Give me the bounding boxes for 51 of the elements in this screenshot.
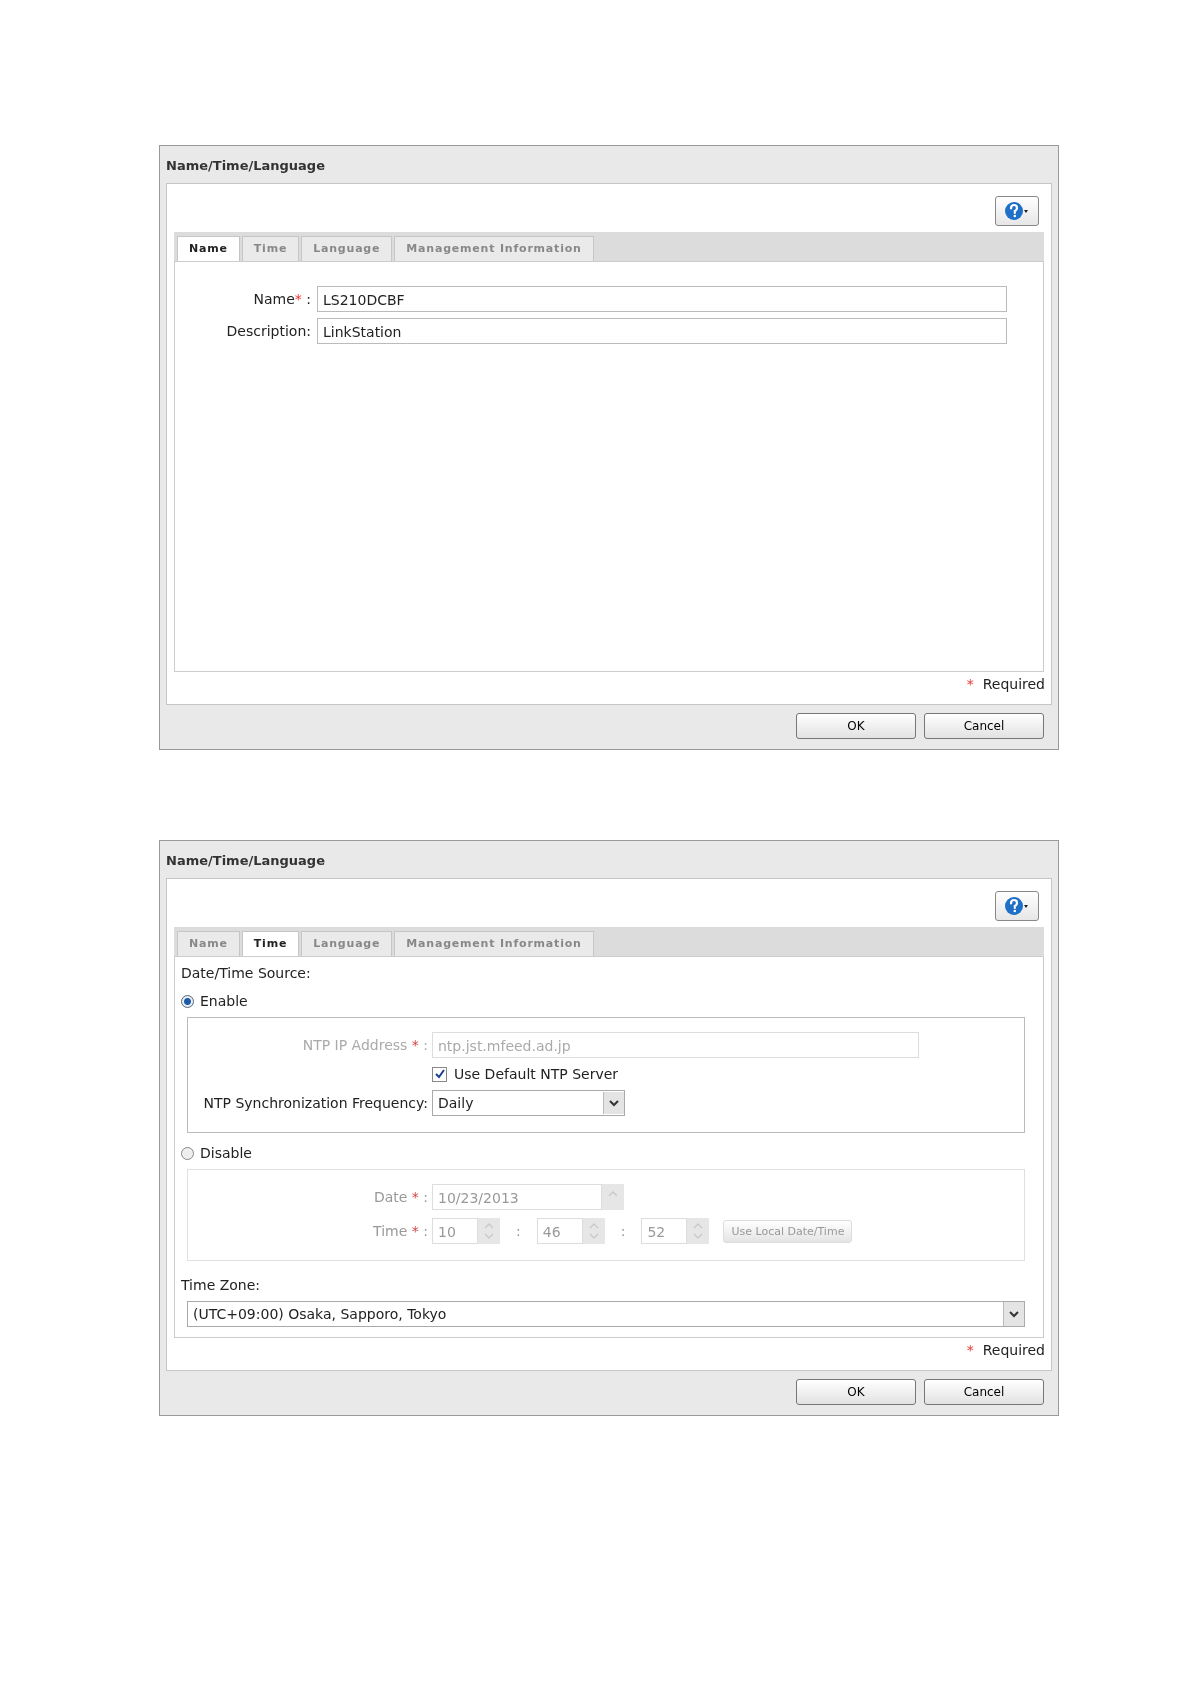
- frequency-dropdown[interactable]: Daily: [432, 1090, 625, 1116]
- time-separator: :: [516, 1223, 521, 1239]
- field-label: Name* :: [252, 291, 311, 307]
- minute-field[interactable]: 46: [536, 1218, 583, 1244]
- dialog-button[interactable]: Cancel: [924, 713, 1044, 739]
- field-label: Time * :: [372, 1223, 428, 1239]
- chevron-down-icon: [1003, 1302, 1024, 1326]
- input-field[interactable]: ntp.jst.mfeed.ad.jp: [432, 1032, 919, 1058]
- tab[interactable]: Name: [177, 236, 240, 261]
- spinner-icon: [478, 1218, 500, 1244]
- help-icon: [1005, 896, 1029, 916]
- time-zone-dropdown[interactable]: (UTC+09:00) Osaka, Sapporo, Tokyo: [187, 1301, 1025, 1327]
- tab[interactable]: Language: [301, 931, 393, 956]
- hour-field[interactable]: 10: [432, 1218, 478, 1244]
- radio-button[interactable]: [181, 1146, 194, 1160]
- tab[interactable]: Time: [241, 931, 300, 956]
- tab[interactable]: Name: [177, 931, 240, 956]
- dialog-button[interactable]: OK: [796, 1379, 916, 1405]
- checkbox-label: Use Default NTP Server: [454, 1066, 619, 1082]
- tab[interactable]: Management Information: [394, 236, 594, 261]
- field-label: NTP Synchronization Frequency:: [202, 1095, 428, 1111]
- field-label: NTP IP Address * :: [301, 1037, 428, 1053]
- window-title: Name/Time/Language: [165, 157, 326, 175]
- radio-label: Disable: [200, 1145, 252, 1161]
- radio-button[interactable]: [181, 994, 194, 1008]
- time-separator: :: [620, 1223, 626, 1239]
- help-icon: [1005, 201, 1029, 221]
- required-note: * Required: [966, 676, 1045, 692]
- required-note: * Required: [966, 1342, 1045, 1358]
- field-label: Description:: [225, 323, 311, 339]
- help-button[interactable]: [995, 891, 1039, 921]
- tab[interactable]: Management Information: [394, 931, 594, 956]
- input-field[interactable]: LS210DCBF: [317, 286, 1007, 312]
- radio-label: Enable: [200, 993, 248, 1009]
- date-field[interactable]: 10/23/2013: [432, 1184, 602, 1210]
- tab[interactable]: Language: [301, 236, 393, 261]
- spinner-icon: [582, 1218, 605, 1244]
- input-field[interactable]: LinkStation: [317, 318, 1007, 344]
- second-field[interactable]: 52: [641, 1218, 688, 1244]
- field-label: Date * :: [372, 1189, 428, 1205]
- chevron-down-icon: [603, 1092, 624, 1114]
- dialog-button[interactable]: OK: [796, 713, 916, 739]
- dialog-button[interactable]: Cancel: [924, 1379, 1044, 1405]
- use-local-time-button[interactable]: Use Local Date/Time: [723, 1219, 853, 1243]
- section-label: Time Zone:: [181, 1277, 262, 1293]
- help-button[interactable]: [995, 196, 1039, 226]
- window-title: Name/Time/Language: [165, 852, 326, 870]
- checkbox[interactable]: [432, 1066, 447, 1082]
- tab[interactable]: Time: [241, 236, 300, 261]
- section-label: Date/Time Source:: [181, 965, 312, 981]
- spinner-icon: [687, 1218, 710, 1244]
